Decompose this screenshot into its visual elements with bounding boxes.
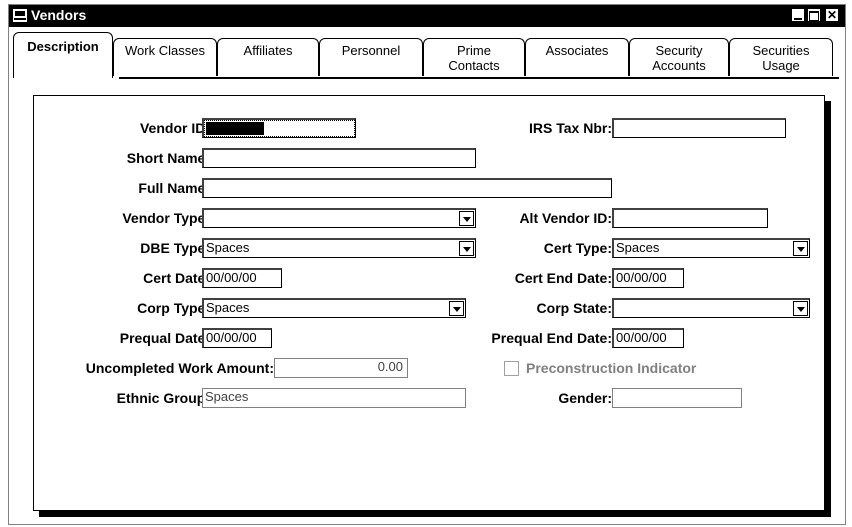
ethnic-group-input: Spaces bbox=[202, 388, 466, 408]
tab-label: Securities Usage bbox=[752, 43, 810, 73]
cert-end-date-input[interactable]: 00/00/00 bbox=[612, 268, 684, 288]
alt-vendor-id-input[interactable] bbox=[612, 208, 768, 228]
app-icon bbox=[13, 9, 27, 22]
tab-divider bbox=[119, 77, 839, 79]
tab-affiliates[interactable]: Affiliates bbox=[217, 38, 319, 76]
cert-type-select[interactable]: Spaces bbox=[612, 238, 810, 258]
tab-label: Prime Contacts bbox=[448, 43, 500, 73]
vendor-id-label: Vendor ID: bbox=[139, 120, 210, 136]
maximize-button[interactable] bbox=[807, 8, 821, 22]
dropdown-arrow-icon[interactable] bbox=[793, 241, 808, 256]
cert-end-date-label: Cert End Date: bbox=[514, 270, 612, 286]
title-bar: Vendors ✕ bbox=[9, 5, 845, 27]
maximize-icon bbox=[809, 11, 819, 21]
corp-state-label: Corp State: bbox=[536, 300, 612, 316]
gender-label: Gender: bbox=[558, 390, 612, 406]
vendor-id-input[interactable] bbox=[202, 118, 356, 138]
tab-strip: Description Work Classes Affiliates Pers… bbox=[9, 30, 845, 78]
tab-label: Description bbox=[27, 39, 99, 54]
tab-label: Security Accounts bbox=[652, 43, 706, 73]
corp-type-select[interactable]: Spaces bbox=[202, 298, 466, 318]
prequal-end-date-label: Prequal End Date: bbox=[491, 330, 612, 346]
minimize-button[interactable] bbox=[791, 8, 805, 22]
cert-date-label: Cert Date: bbox=[143, 270, 210, 286]
tab-prime-contacts[interactable]: Prime Contacts bbox=[423, 38, 525, 76]
dropdown-arrow-icon[interactable] bbox=[449, 301, 464, 316]
tab-label: Affiliates bbox=[243, 43, 293, 58]
gender-input bbox=[612, 388, 742, 408]
vendor-type-select[interactable] bbox=[202, 208, 476, 228]
minimize-icon bbox=[794, 18, 802, 20]
window-title: Vendors bbox=[31, 7, 87, 23]
dropdown-arrow-icon[interactable] bbox=[459, 241, 474, 256]
short-name-label: Short Name: bbox=[126, 150, 210, 166]
dropdown-arrow-icon[interactable] bbox=[793, 301, 808, 316]
dropdown-arrow-icon[interactable] bbox=[459, 211, 474, 226]
tab-label: Work Classes bbox=[125, 43, 205, 58]
dbe-type-select[interactable]: Spaces bbox=[202, 238, 476, 258]
preconstruction-indicator-label: Preconstruction Indicator bbox=[526, 360, 697, 376]
focus-rect bbox=[204, 120, 355, 137]
tab-work-classes[interactable]: Work Classes bbox=[113, 38, 217, 76]
vendors-window: Vendors ✕ Description Work Classes Affil… bbox=[8, 4, 846, 525]
tab-label: Personnel bbox=[341, 43, 401, 58]
uncompleted-work-amount-label: Uncompleted Work Amount: bbox=[85, 360, 274, 376]
tab-associates[interactable]: Associates bbox=[525, 38, 629, 76]
tab-label: Associates bbox=[545, 43, 609, 58]
corp-type-value: Spaces bbox=[206, 300, 250, 315]
prequal-end-date-input[interactable]: 00/00/00 bbox=[612, 328, 684, 348]
corp-state-select[interactable] bbox=[612, 298, 810, 318]
ethnic-group-label: Ethnic Group: bbox=[116, 390, 210, 406]
alt-vendor-id-label: Alt Vendor ID: bbox=[519, 210, 612, 226]
prequal-date-input[interactable]: 00/00/00 bbox=[202, 328, 272, 348]
irs-tax-nbr-label: IRS Tax Nbr: bbox=[529, 120, 612, 136]
cert-date-input[interactable]: 00/00/00 bbox=[202, 268, 282, 288]
prequal-date-label: Prequal Date: bbox=[119, 330, 210, 346]
dbe-type-label: DBE Type: bbox=[140, 240, 210, 256]
close-button[interactable]: ✕ bbox=[825, 8, 839, 22]
close-icon: ✕ bbox=[826, 8, 838, 22]
tab-securities-usage[interactable]: Securities Usage bbox=[729, 38, 833, 76]
short-name-input[interactable] bbox=[202, 148, 476, 168]
corp-type-label: Corp Type: bbox=[137, 300, 210, 316]
tab-security-accounts[interactable]: Security Accounts bbox=[629, 38, 729, 76]
full-name-input[interactable] bbox=[202, 178, 612, 198]
description-panel: Vendor ID: IRS Tax Nbr: Short Name: Full… bbox=[33, 95, 825, 511]
tab-personnel[interactable]: Personnel bbox=[319, 38, 423, 76]
vendor-type-label: Vendor Type: bbox=[122, 210, 210, 226]
preconstruction-indicator-checkbox[interactable] bbox=[504, 361, 519, 376]
cert-type-value: Spaces bbox=[616, 240, 660, 255]
irs-tax-nbr-input[interactable] bbox=[612, 118, 786, 138]
tab-description[interactable]: Description bbox=[13, 32, 113, 78]
dbe-type-value: Spaces bbox=[206, 240, 250, 255]
full-name-label: Full Name: bbox=[138, 180, 210, 196]
uncompleted-work-amount-input: 0.00 bbox=[274, 358, 408, 378]
cert-type-label: Cert Type: bbox=[543, 240, 612, 256]
